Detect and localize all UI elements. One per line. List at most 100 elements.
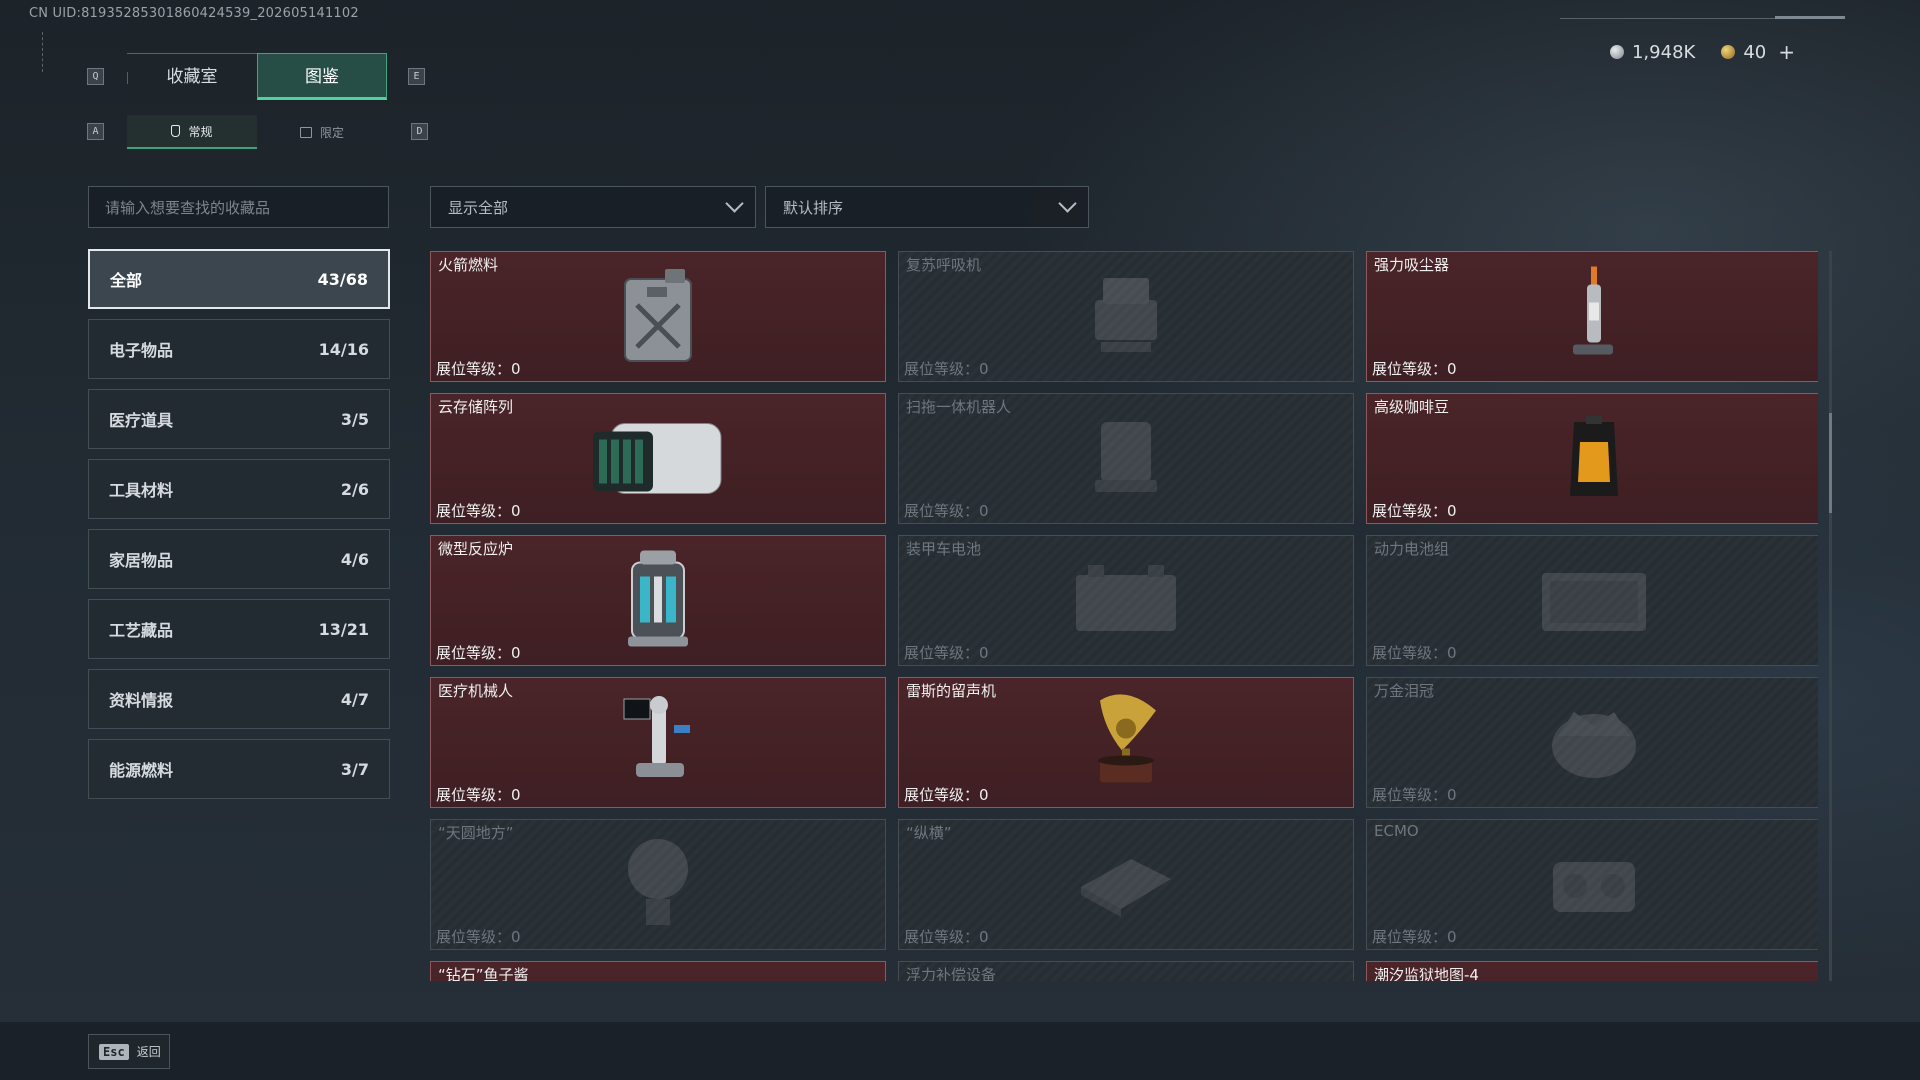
tab-codex[interactable]: 图鉴 <box>257 53 387 100</box>
round-sky-square-earth-icon <box>618 833 698 937</box>
gold-coin-icon <box>1721 45 1736 59</box>
item-level: 展位等级：0 <box>904 784 989 805</box>
sort-dropdown[interactable]: 默认排序 <box>765 186 1089 228</box>
collection-item-card[interactable]: 微型反应炉 展位等级：0 <box>430 535 886 666</box>
category-label: 资料情报 <box>109 691 174 710</box>
filter-dropdown[interactable]: 显示全部 <box>430 186 756 228</box>
collection-item-card[interactable]: “纵横” 展位等级：0 <box>898 819 1354 950</box>
collection-item-card[interactable]: 医疗机械人展位等级：0 <box>430 677 886 808</box>
add-currency-button[interactable]: + <box>1778 40 1795 64</box>
medical-robot-icon <box>618 691 698 795</box>
item-level-value: 0 <box>1447 644 1457 662</box>
category-count: 14/16 <box>318 339 369 359</box>
category-energy[interactable]: 能源燃料 3/7 <box>88 739 390 799</box>
sub-tabs: 常规 限定 <box>127 115 387 149</box>
category-electronics[interactable]: 电子物品 14/16 <box>88 319 390 379</box>
top-line-accent <box>1775 16 1845 19</box>
mini-reactor-icon <box>618 546 698 655</box>
esc-key-hint: Esc <box>99 1043 129 1060</box>
collection-item-card[interactable]: 潮汐监狱地图-4展位等级： <box>1366 961 1818 981</box>
category-tools[interactable]: 工具材料 2/6 <box>88 459 390 519</box>
collection-item-card[interactable]: “钻石”鱼子酱展位等级： <box>430 961 886 981</box>
item-level-value: 0 <box>979 786 989 804</box>
item-name: 雷斯的留声机 <box>906 682 997 700</box>
item-name: 医疗机械人 <box>438 682 514 700</box>
scroll-thumb[interactable] <box>1829 413 1832 513</box>
subtab-regular[interactable]: 常规 <box>127 115 257 149</box>
collection-item-card[interactable]: 万金泪冠 展位等级：0 <box>1366 677 1818 808</box>
collection-item-card[interactable]: 火箭燃料 展位等级：0 <box>430 251 886 382</box>
grid-scrollbar[interactable] <box>1829 251 1832 981</box>
search-input[interactable]: 请输入想要查找的收藏品 <box>88 186 389 228</box>
edge-marks <box>42 32 48 72</box>
item-level-label: 展位等级： <box>436 786 512 804</box>
ventilator-icon <box>1081 270 1171 364</box>
item-level: 展位等级：0 <box>1372 642 1457 663</box>
item-level-value: 0 <box>979 360 989 378</box>
armored-battery-icon <box>1066 559 1186 643</box>
item-name: 高级咖啡豆 <box>1374 398 1450 416</box>
subtab-limited-label: 限定 <box>319 125 344 140</box>
collection-item-card[interactable]: 装甲车电池 展位等级：0 <box>898 535 1354 666</box>
item-level-label: 展位等级： <box>436 644 512 662</box>
silver-coin-icon <box>1609 45 1624 59</box>
collection-item-card[interactable]: ECMO 展位等级：0 <box>1366 819 1818 950</box>
category-label: 全部 <box>110 271 143 290</box>
silver-currency: 1,948K <box>1609 41 1696 63</box>
item-name: 火箭燃料 <box>438 256 499 274</box>
category-count: 13/21 <box>318 619 369 639</box>
category-all[interactable]: 全部 43/68 <box>88 249 390 309</box>
collection-item-card[interactable]: 复苏呼吸机 展位等级：0 <box>898 251 1354 382</box>
chevron-down-icon <box>725 194 744 213</box>
category-label: 工艺藏品 <box>109 621 174 640</box>
storage-array-icon <box>583 409 733 508</box>
sort-value: 默认排序 <box>783 198 844 217</box>
category-count: 43/68 <box>317 269 368 289</box>
collection-item-card[interactable]: 云存储阵列 展位等级：0 <box>430 393 886 524</box>
box-icon <box>299 126 312 138</box>
item-name: 云存储阵列 <box>438 398 514 416</box>
subtab-limited[interactable]: 限定 <box>257 115 387 149</box>
item-level-value: 0 <box>979 928 989 946</box>
key-hint-d: D <box>411 123 428 140</box>
item-level-label: 展位等级： <box>1372 502 1448 520</box>
coffee-bag-icon <box>1564 412 1624 506</box>
silver-amount: 1,948K <box>1631 41 1696 63</box>
item-level-label: 展位等级： <box>904 502 980 520</box>
item-name: ECMO <box>1374 822 1419 840</box>
category-list: 全部 43/68 电子物品 14/16 医疗道具 3/5 工具材料 2/6 家居… <box>88 249 390 809</box>
item-level-value: 0 <box>979 502 989 520</box>
key-hint-e: E <box>408 68 425 85</box>
zongheng-board-icon <box>1071 843 1181 927</box>
uid-text: CN UID:8193528530186042453​9_20260514110… <box>29 6 359 21</box>
collection-item-card[interactable]: 雷斯的留声机 展位等级：0 <box>898 677 1354 808</box>
item-name: “钻石”鱼子酱 <box>438 966 529 981</box>
tab-collection-room[interactable]: 收藏室 <box>127 53 257 100</box>
category-label: 家居物品 <box>109 551 174 570</box>
filter-value: 显示全部 <box>448 198 509 217</box>
category-intel[interactable]: 资料情报 4/7 <box>88 669 390 729</box>
category-medical[interactable]: 医疗道具 3/5 <box>88 389 390 449</box>
item-level-value: 0 <box>511 786 521 804</box>
item-level-value: 0 <box>511 928 521 946</box>
vacuum-cleaner-icon <box>1559 262 1629 371</box>
category-household[interactable]: 家居物品 4/6 <box>88 529 390 589</box>
collection-item-card[interactable]: 扫拖一体机器人 展位等级：0 <box>898 393 1354 524</box>
item-level-label: 展位等级： <box>904 786 980 804</box>
collection-item-card[interactable]: “天圆地方” 展位等级：0 <box>430 819 886 950</box>
collection-item-card[interactable]: 高级咖啡豆展位等级：0 <box>1366 393 1818 524</box>
item-level: 展位等级：0 <box>1372 926 1457 947</box>
category-count: 4/6 <box>340 549 369 569</box>
back-button[interactable]: Esc 返回 <box>88 1034 170 1069</box>
mop-robot-icon <box>1081 412 1171 506</box>
item-level-label: 展位等级： <box>436 360 512 378</box>
collection-item-card[interactable]: 强力吸尘器 展位等级：0 <box>1366 251 1818 382</box>
collection-item-card[interactable]: 浮力补偿设备展位等级： <box>898 961 1354 981</box>
item-level: 展位等级：0 <box>1372 500 1457 521</box>
item-name: 微型反应炉 <box>438 540 514 558</box>
gramophone-icon <box>1086 688 1166 797</box>
item-level-label: 展位等级： <box>1372 928 1448 946</box>
category-crafts[interactable]: 工艺藏品 13/21 <box>88 599 390 659</box>
category-label: 能源燃料 <box>109 761 174 780</box>
collection-item-card[interactable]: 动力电池组 展位等级：0 <box>1366 535 1818 666</box>
